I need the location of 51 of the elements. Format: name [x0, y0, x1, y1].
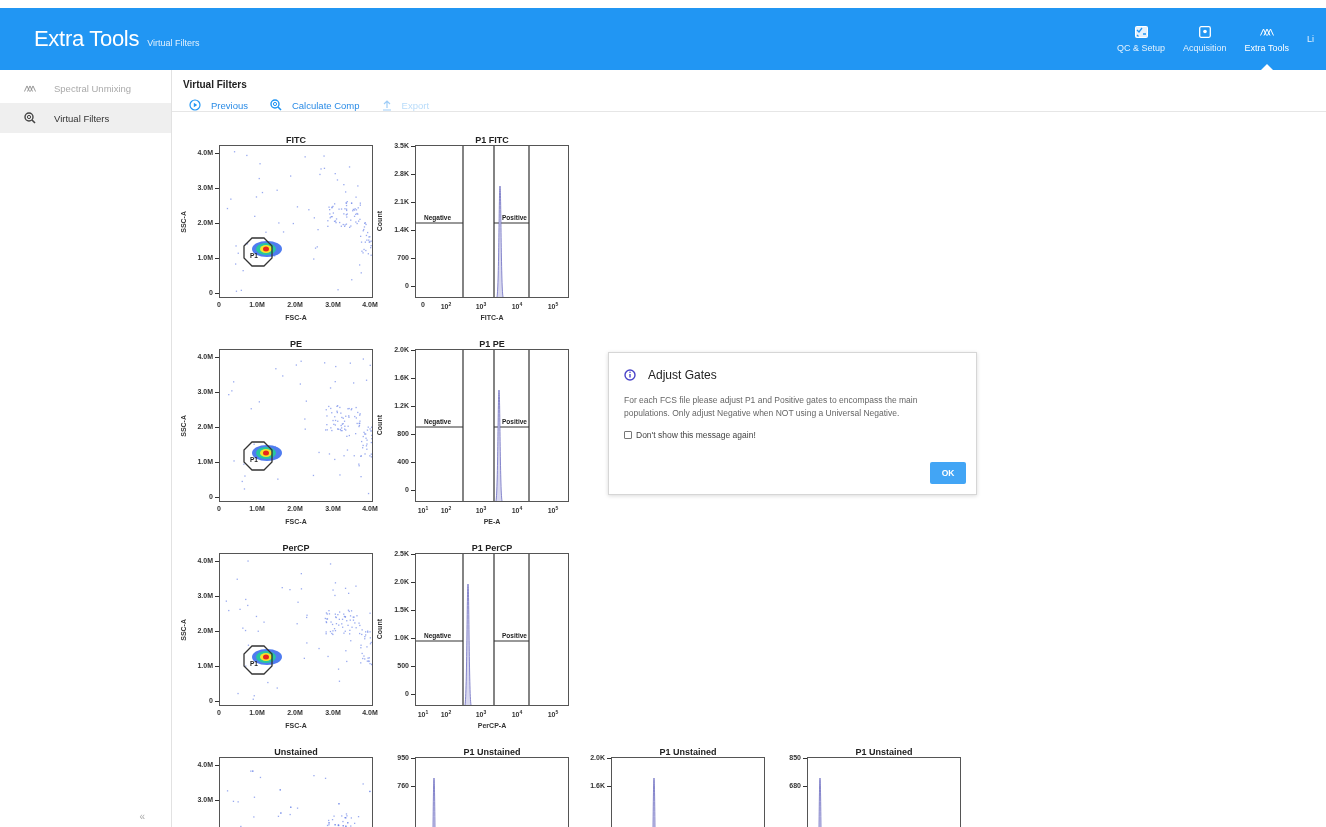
play-circle-icon [189, 99, 201, 111]
plot-title: PE [290, 339, 302, 349]
density-cluster-drawing [252, 445, 282, 461]
plot-title: P1 PerCP [471, 543, 513, 553]
dialog-message: For each FCS file please adjust P1 and Positive gates to encompass the main populations. Only adjust Negative when NOT using a Universal Negative. [624, 394, 919, 420]
checkbox[interactable] [624, 431, 632, 439]
histogram-peak [816, 777, 824, 827]
gate-line[interactable] [493, 146, 530, 297]
toolbar-button[interactable]: Previous [189, 99, 248, 111]
plot-title: Unstained [274, 747, 318, 757]
plot-title: P1 Unstained [659, 747, 717, 757]
sidebar-item[interactable]: Virtual Filters [0, 103, 171, 133]
gate-line[interactable] [416, 146, 464, 297]
gate-polygon[interactable] [243, 441, 273, 471]
collapse-button[interactable]: « [133, 810, 151, 823]
peaks-icon [1259, 28, 1274, 36]
toolbar-button[interactable]: Calculate Comp [269, 99, 360, 111]
histogram-peak [650, 777, 658, 827]
plot-title: FITC [286, 135, 306, 145]
gate-line[interactable] [416, 350, 464, 501]
nav-tab[interactable]: Extra Tools [1235, 8, 1298, 70]
magnifier-icon [24, 112, 36, 124]
dialog-title: Adjust Gates [648, 368, 717, 382]
plot-title: PerCP [282, 543, 310, 553]
page-title: Virtual Filters [183, 79, 248, 90]
nav-tab[interactable]: Li [1297, 8, 1323, 70]
monitor-icon [1198, 26, 1211, 38]
plot-title: P1 PE [479, 339, 505, 349]
plot-title: P1 Unstained [463, 747, 521, 757]
gate-polygon[interactable] [243, 645, 273, 675]
nav-tab[interactable]: Acquisition [1174, 8, 1236, 70]
gate-line[interactable] [493, 554, 530, 705]
checkbox-label[interactable]: Don't show this message again! [636, 430, 756, 440]
info-icon [624, 369, 636, 381]
plot-title: P1 FITC [475, 135, 509, 145]
checklist-icon [1134, 26, 1148, 38]
gate-polygon[interactable] [243, 237, 273, 267]
ok-button[interactable]: OK [930, 462, 966, 484]
upload-icon [381, 99, 392, 111]
plot-title: P1 Unstained [855, 747, 913, 757]
magnifier-icon [269, 99, 282, 111]
density-cluster-drawing [252, 649, 282, 665]
peaks-icon [24, 84, 36, 92]
app-title: Extra Tools [34, 26, 140, 52]
app-subtitle: Virtual Filters [147, 38, 200, 48]
gate-line[interactable] [493, 350, 530, 501]
nav-tab[interactable]: QC & Setup [1108, 8, 1175, 70]
density-cluster-drawing [252, 241, 282, 257]
histogram-peak [430, 777, 438, 827]
gate-line[interactable] [416, 554, 464, 705]
sidebar-item[interactable]: Spectral Unmixing [0, 73, 171, 103]
